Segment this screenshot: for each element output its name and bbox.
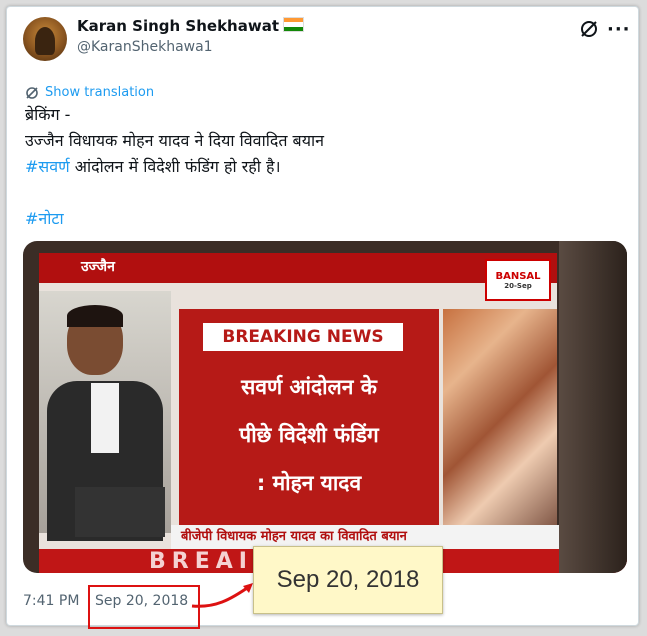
breaking-news-label: BREAKING NEWS bbox=[203, 323, 403, 351]
tweet-time[interactable]: 7:41 PM bbox=[23, 593, 79, 609]
tv-top-bar: उज्जैन bbox=[39, 253, 557, 283]
translate-icon bbox=[26, 86, 38, 99]
show-translation-link[interactable]: Show translation bbox=[25, 85, 154, 100]
grok-icon[interactable] bbox=[579, 19, 599, 39]
india-flag-icon bbox=[283, 17, 305, 32]
more-options-icon[interactable]: ··· bbox=[607, 19, 631, 40]
headline-line-2: पीछे विदेशी फंडिंग bbox=[239, 423, 379, 447]
arrow-icon bbox=[191, 583, 253, 608]
channel-logo: BANSAL 20-Sep bbox=[485, 259, 551, 301]
author-name-text[interactable]: Karan Singh Shekhawat bbox=[77, 17, 279, 35]
tweet-line-3-text: आंदोलन में विदेशी फंडिंग हो रही है। bbox=[69, 157, 281, 176]
headline-line-3: : मोहन यादव bbox=[256, 471, 362, 495]
author-handle[interactable]: @KaranShekhawa1 bbox=[77, 39, 213, 55]
tv-city: उज्जैन bbox=[81, 259, 115, 275]
tweet-line-2: उज्जैन विधायक मोहन यादव ने दिया विवादित … bbox=[25, 131, 324, 150]
tweet-line-3: #सवर्ण आंदोलन में विदेशी फंडिंग हो रही ह… bbox=[25, 155, 281, 177]
author-name[interactable]: Karan Singh Shekhawat bbox=[77, 17, 305, 35]
tweet-card: Karan Singh Shekhawat @KaranShekhawa1 ··… bbox=[6, 6, 639, 629]
hashtag-savarn[interactable]: #सवर्ण bbox=[25, 157, 70, 176]
translate-label[interactable]: Show translation bbox=[45, 85, 154, 100]
date-callout: Sep 20, 2018 bbox=[253, 546, 443, 614]
channel-logo-date: 20-Sep bbox=[504, 282, 532, 290]
channel-logo-text: BANSAL bbox=[495, 271, 541, 282]
speaker-image bbox=[39, 291, 171, 541]
avatar[interactable] bbox=[23, 17, 67, 61]
tv-screen: उज्जैन BANSAL 20-Sep BREAKING NEWS सवर्ण … bbox=[39, 253, 627, 573]
crowd-image bbox=[443, 309, 557, 531]
breaking-panel: BREAKING NEWS सवर्ण आंदोलन के पीछे विदेश… bbox=[179, 309, 439, 531]
tv-frame bbox=[559, 241, 627, 573]
date-highlight-box bbox=[88, 585, 200, 629]
tweet-line-1: ब्रेकिंग - bbox=[25, 105, 71, 124]
tweet-media[interactable]: उज्जैन BANSAL 20-Sep BREAKING NEWS सवर्ण … bbox=[23, 241, 627, 573]
headline-line-1: सवर्ण आंदोलन के bbox=[241, 375, 377, 399]
hashtag-nota[interactable]: #नोटा bbox=[25, 207, 64, 229]
